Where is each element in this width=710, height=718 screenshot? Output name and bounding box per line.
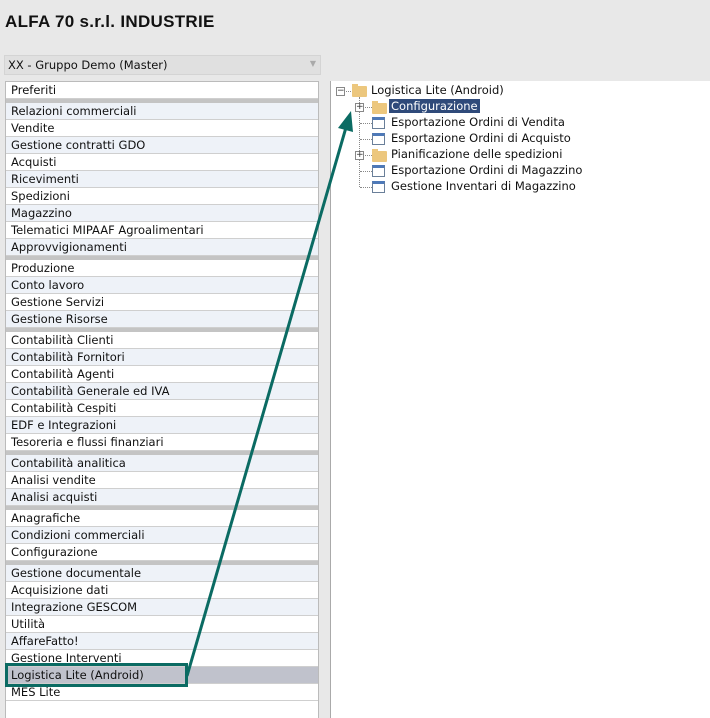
menu-item[interactable]: MES Lite (6, 684, 318, 701)
menu-item[interactable]: Contabilità Fornitori (6, 349, 318, 366)
splitter[interactable] (319, 81, 330, 718)
company-select[interactable]: XX - Gruppo Demo (Master) ▼ (4, 55, 321, 75)
collapse-icon[interactable]: − (336, 87, 345, 96)
menu-item[interactable]: Contabilità Agenti (6, 366, 318, 383)
folder-icon (352, 84, 367, 97)
menu-item[interactable]: Gestione contratti GDO (6, 137, 318, 154)
menu-item[interactable]: Contabilità Cespiti (6, 400, 318, 417)
menu-item[interactable]: Integrazione GESCOM (6, 599, 318, 616)
menu-item[interactable]: Utilità (6, 616, 318, 633)
menu-item[interactable]: EDF e Integrazioni (6, 417, 318, 434)
menu-item[interactable]: Telematici MIPAAF Agroalimentari (6, 222, 318, 239)
menu-item[interactable]: Ricevimenti (6, 171, 318, 188)
expand-icon[interactable]: + (355, 151, 364, 160)
tree-item[interactable]: Configurazione (389, 99, 480, 113)
company-select-value: XX - Gruppo Demo (Master) (8, 58, 168, 72)
tree-item[interactable]: Esportazione Ordini di Acquisto (389, 131, 573, 145)
tree-item[interactable]: Gestione Inventari di Magazzino (389, 179, 578, 193)
chevron-down-icon[interactable]: ▼ (310, 59, 316, 68)
menu-item[interactable]: Relazioni commerciali (6, 103, 318, 120)
menu-item[interactable]: Analisi vendite (6, 472, 318, 489)
menu-item[interactable]: Gestione documentale (6, 565, 318, 582)
menu-item[interactable]: Contabilità analitica (6, 455, 318, 472)
menu-item[interactable]: Logistica Lite (Android) (6, 667, 318, 684)
menu-item[interactable]: Configurazione (6, 544, 318, 561)
tree-line (360, 187, 372, 188)
menu-item[interactable]: AffareFatto! (6, 633, 318, 650)
menu-item[interactable]: Produzione (6, 260, 318, 277)
menu-item[interactable]: Gestione Servizi (6, 294, 318, 311)
document-icon (372, 181, 385, 193)
tree-item[interactable]: Esportazione Ordini di Vendita (389, 115, 567, 129)
menu-item[interactable]: Conto lavoro (6, 277, 318, 294)
module-menu: Preferiti Relazioni commerciali Vendite Ges… (5, 81, 319, 718)
expand-icon[interactable]: + (355, 103, 364, 112)
menu-item[interactable]: Acquisti (6, 154, 318, 171)
tree-line (346, 91, 351, 92)
menu-item[interactable]: Condizioni commerciali (6, 527, 318, 544)
module-tree: − Logistica Lite (Android) + Configurazione… (330, 81, 710, 718)
tree-item[interactable]: Pianificazione delle spedizioni (389, 147, 564, 161)
menu-item[interactable]: Gestione Risorse (6, 311, 318, 328)
tree-root-label[interactable]: Logistica Lite (Android) (369, 83, 506, 97)
folder-icon (372, 149, 387, 162)
tree-line (360, 139, 372, 140)
tree-line (360, 123, 372, 124)
menu-item[interactable]: Preferiti (6, 82, 318, 99)
menu-item[interactable]: Gestione Interventi (6, 650, 318, 667)
document-icon (372, 117, 385, 129)
page-title: ALFA 70 s.r.l. INDUSTRIE (5, 12, 215, 31)
tree-item[interactable]: Esportazione Ordini di Magazzino (389, 163, 584, 177)
menu-item[interactable]: Acquisizione dati (6, 582, 318, 599)
menu-item[interactable]: Spedizioni (6, 188, 318, 205)
menu-item[interactable]: Anagrafiche (6, 510, 318, 527)
menu-item[interactable]: Vendite (6, 120, 318, 137)
document-icon (372, 133, 385, 145)
menu-item[interactable]: Magazzino (6, 205, 318, 222)
menu-item[interactable]: Analisi acquisti (6, 489, 318, 506)
menu-item[interactable]: Contabilità Generale ed IVA (6, 383, 318, 400)
folder-icon (372, 101, 387, 114)
tree-line (360, 171, 372, 172)
menu-item[interactable]: Tesoreria e flussi finanziari (6, 434, 318, 451)
menu-item[interactable]: Approvvigionamenti (6, 239, 318, 256)
document-icon (372, 165, 385, 177)
menu-item[interactable]: Contabilità Clienti (6, 332, 318, 349)
